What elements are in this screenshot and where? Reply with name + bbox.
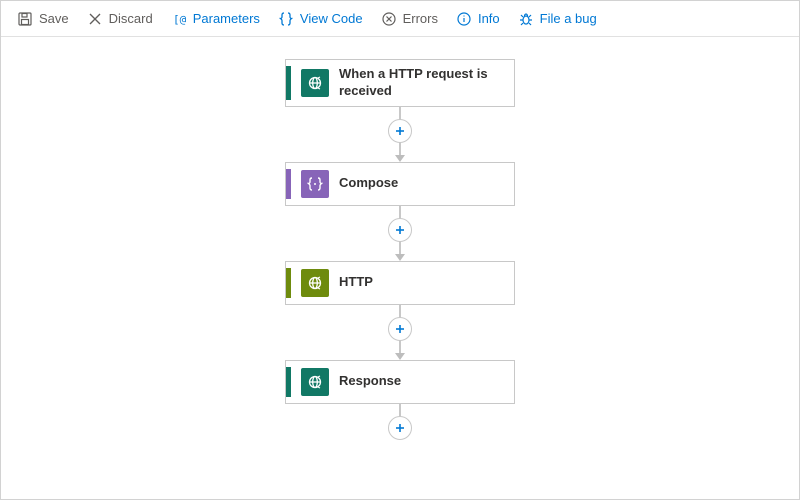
add-step-button[interactable] [388, 416, 412, 440]
file-bug-label: File a bug [540, 11, 597, 26]
braces-icon [278, 11, 294, 27]
view-code-label: View Code [300, 11, 363, 26]
toolbar: Save Discard [@] Parameters View Code Er… [1, 1, 799, 37]
svg-text:[@]: [@] [173, 13, 187, 26]
node-type-icon [301, 170, 329, 198]
node-accent-bar [286, 66, 291, 100]
arrow-down-icon [395, 254, 405, 261]
discard-label: Discard [109, 11, 153, 26]
error-icon [381, 11, 397, 27]
arrow-down-icon [395, 353, 405, 360]
save-label: Save [39, 11, 69, 26]
save-icon [17, 11, 33, 27]
workflow-node[interactable]: HTTP [285, 261, 515, 305]
node-type-icon [301, 69, 329, 97]
view-code-button[interactable]: View Code [270, 7, 371, 31]
at-icon: [@] [171, 11, 187, 27]
workflow-node[interactable]: When a HTTP request is received [285, 59, 515, 107]
node-title: HTTP [339, 274, 373, 291]
parameters-label: Parameters [193, 11, 260, 26]
add-step-button[interactable] [388, 317, 412, 341]
info-icon [456, 11, 472, 27]
connector [388, 404, 412, 438]
file-bug-button[interactable]: File a bug [510, 7, 605, 31]
node-accent-bar [286, 169, 291, 199]
arrow-down-icon [395, 155, 405, 162]
node-type-icon [301, 368, 329, 396]
node-title: Compose [339, 175, 398, 192]
connector [388, 305, 412, 360]
node-type-icon [301, 269, 329, 297]
errors-button[interactable]: Errors [373, 7, 446, 31]
discard-button[interactable]: Discard [79, 7, 161, 31]
node-accent-bar [286, 268, 291, 298]
workflow-node[interactable]: Compose [285, 162, 515, 206]
info-label: Info [478, 11, 500, 26]
connector [388, 206, 412, 261]
errors-label: Errors [403, 11, 438, 26]
node-title: Response [339, 373, 401, 390]
parameters-button[interactable]: [@] Parameters [163, 7, 268, 31]
close-icon [87, 11, 103, 27]
add-step-button[interactable] [388, 119, 412, 143]
workflow-canvas: When a HTTP request is received Compose HT… [1, 37, 799, 499]
add-step-button[interactable] [388, 218, 412, 242]
save-button[interactable]: Save [9, 7, 77, 31]
node-accent-bar [286, 367, 291, 397]
node-title: When a HTTP request is received [339, 66, 504, 100]
connector [388, 107, 412, 162]
info-button[interactable]: Info [448, 7, 508, 31]
workflow-node[interactable]: Response [285, 360, 515, 404]
bug-icon [518, 11, 534, 27]
